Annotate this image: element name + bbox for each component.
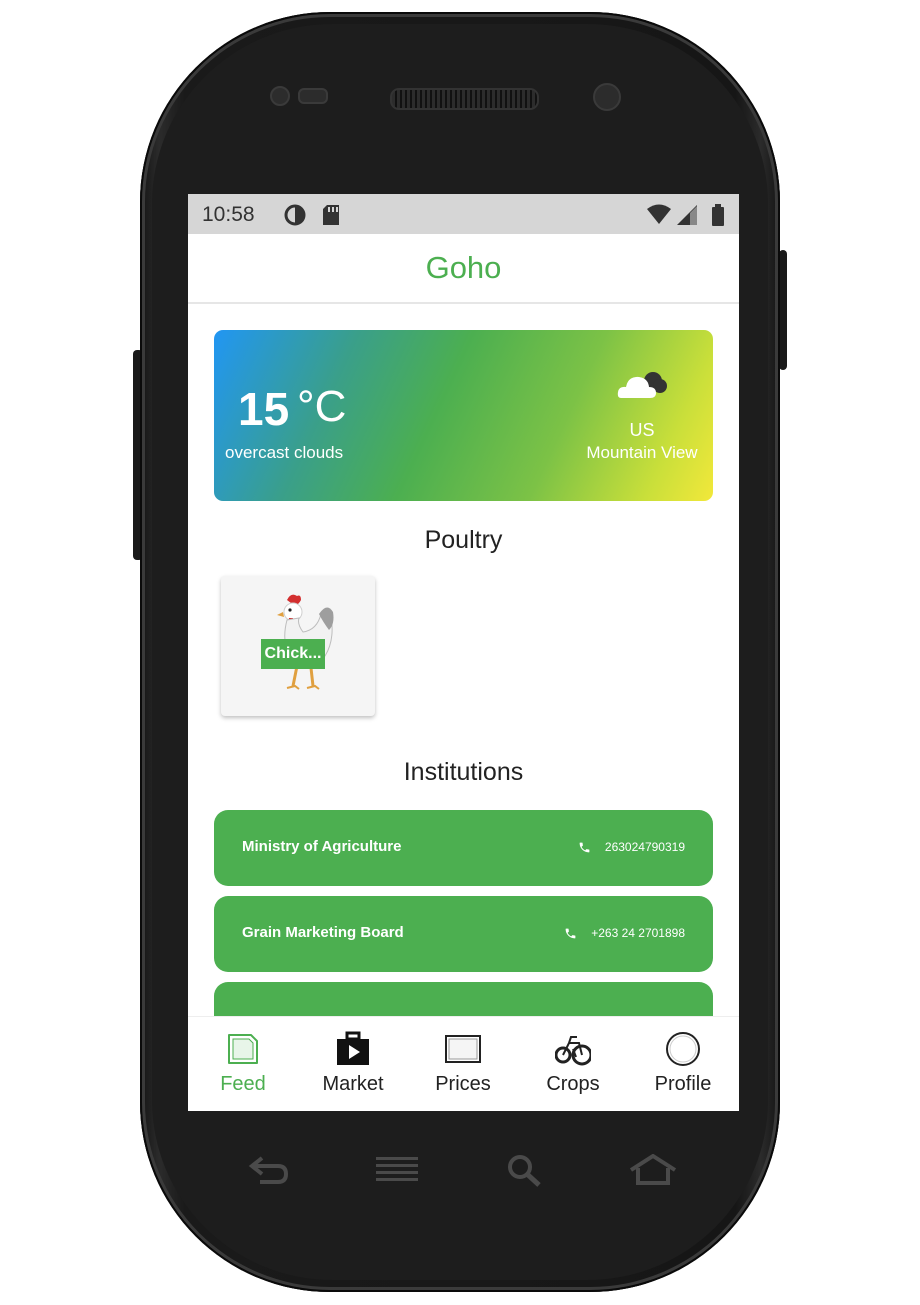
cloud-icon	[615, 366, 669, 407]
app-screen: 10:58 Goho 15 °C overcast clouds US Moun…	[188, 194, 739, 1111]
nav-market-label: Market	[322, 1073, 384, 1095]
nav-feed[interactable]: Feed	[188, 1017, 298, 1111]
nav-profile-label: Profile	[654, 1073, 712, 1095]
sd-card-icon	[322, 204, 340, 231]
front-camera	[593, 83, 621, 111]
institution-item[interactable]	[214, 982, 713, 1016]
institutions-section-title: Institutions	[403, 758, 524, 786]
nav-prices[interactable]: Prices	[408, 1017, 518, 1111]
home-icon[interactable]	[628, 1153, 678, 1191]
weather-temperature: 15	[238, 383, 290, 435]
nav-market[interactable]: Market	[298, 1017, 408, 1111]
system-navigation	[188, 1140, 739, 1210]
institution-name: Grain Marketing Board	[242, 924, 404, 941]
nav-profile[interactable]: Profile	[628, 1017, 738, 1111]
institution-item[interactable]: Ministry of Agriculture 263024790319	[214, 810, 713, 886]
menu-icon[interactable]	[374, 1154, 420, 1191]
back-icon[interactable]	[248, 1154, 290, 1191]
status-time: 10:58	[202, 203, 255, 226]
institution-phone[interactable]: +263 24 2701898	[564, 926, 685, 940]
nav-crops[interactable]: Crops	[518, 1017, 628, 1111]
weather-country: US	[629, 420, 655, 440]
crops-icon	[554, 1031, 593, 1067]
profile-icon	[665, 1031, 701, 1067]
weather-condition: overcast clouds	[225, 443, 344, 462]
phone-icon	[565, 928, 576, 938]
market-icon	[335, 1031, 371, 1067]
feed-content[interactable]: 15 °C overcast clouds US Mountain View P…	[188, 304, 739, 1016]
phone-icon	[579, 842, 590, 852]
institution-phone-number: +263 24 2701898	[591, 926, 685, 940]
poultry-section-title: Poultry	[424, 526, 503, 554]
weather-card[interactable]: 15 °C overcast clouds US Mountain View	[214, 330, 713, 501]
proximity-sensor	[270, 86, 290, 106]
nav-crops-label: Crops	[546, 1073, 600, 1095]
institution-name: Ministry of Agriculture	[242, 838, 402, 855]
institution-item[interactable]: Grain Marketing Board +263 24 2701898	[214, 896, 713, 972]
weather-unit: °C	[297, 382, 347, 431]
status-bar: 10:58	[188, 194, 739, 234]
power-button	[779, 250, 787, 370]
weather-city: Mountain View	[586, 443, 698, 462]
institution-phone[interactable]: 263024790319	[578, 840, 685, 854]
search-icon[interactable]	[506, 1154, 542, 1193]
earpiece-speaker	[390, 88, 539, 110]
light-sensor	[298, 88, 328, 104]
nav-feed-label: Feed	[220, 1073, 266, 1095]
app-title: Goho	[425, 250, 502, 285]
poultry-card[interactable]: Chick...	[221, 576, 375, 716]
battery-icon	[711, 204, 725, 231]
signal-icon	[676, 204, 698, 231]
nav-prices-label: Prices	[435, 1073, 491, 1095]
sync-icon	[284, 204, 306, 231]
feed-icon	[225, 1031, 261, 1067]
prices-icon	[445, 1031, 481, 1067]
bottom-navigation: Feed Market Prices Crops Profile	[188, 1016, 739, 1111]
app-bar: Goho	[188, 234, 739, 304]
institution-phone-number: 263024790319	[604, 840, 685, 854]
wifi-icon	[646, 203, 672, 230]
poultry-card-label: Chick...	[261, 639, 325, 669]
